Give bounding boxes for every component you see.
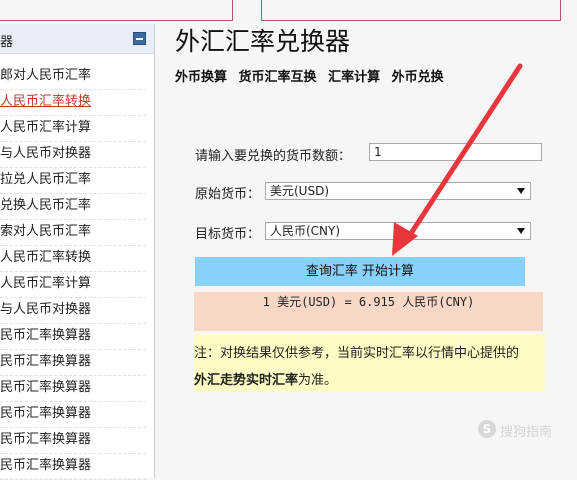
dropdown-arrow-icon	[517, 188, 525, 194]
sidebar-list: 郎对人民币汇率 人民币汇率转换 人民币汇率计算 与人民币对换器 拉兑人民币汇率 兑换人民币…	[0, 64, 154, 480]
from-currency-select[interactable]: 美元(USD)	[265, 182, 531, 200]
sidebar-item[interactable]: 民币汇率换算器	[0, 350, 146, 376]
sidebar-item[interactable]: 民币汇率换算器	[0, 454, 146, 480]
watermark-text: 搜狗指南	[500, 425, 553, 440]
top-banner-left	[0, 0, 233, 21]
tab-link[interactable]: 汇率计算	[328, 70, 380, 85]
note-box: 注：对换结果仅供参考，当前实时汇率以行情中心提供的 外汇走势实时汇率为准。	[194, 334, 545, 392]
dropdown-arrow-icon	[517, 228, 525, 234]
sidebar: 器 郎对人民币汇率 人民币汇率转换 人民币汇率计算 与人民币对换器 拉兑人民币汇率 兑换人…	[0, 24, 155, 480]
to-currency-label: 目标货币：	[195, 227, 261, 242]
sidebar-header: 器	[0, 24, 154, 54]
sidebar-item[interactable]: 兑换人民币汇率	[0, 194, 146, 220]
tab-link[interactable]: 外币换算	[175, 70, 227, 85]
to-currency-select[interactable]: 人民币(CNY)	[265, 222, 531, 240]
top-banner-right	[261, 0, 561, 21]
query-rate-button[interactable]: 查询汇率 开始计算	[195, 257, 525, 286]
sidebar-item[interactable]: 民币汇率换算器	[0, 376, 146, 402]
sidebar-item[interactable]: 人民币汇率计算	[0, 272, 146, 298]
sidebar-item[interactable]: 与人民币对换器	[0, 142, 146, 168]
tab-link[interactable]: 外币兑换	[392, 70, 444, 85]
from-currency-label: 原始货币：	[195, 187, 261, 202]
sidebar-item[interactable]: 人民币汇率计算	[0, 116, 146, 142]
to-currency-value: 人民币(CNY)	[270, 224, 341, 238]
watermark-logo-icon: S	[478, 420, 496, 438]
watermark: S 搜狗指南	[478, 419, 554, 441]
note-text-line2: 外汇走势实时汇率为准。	[194, 369, 337, 388]
sidebar-item[interactable]: 人民币汇率转换	[0, 246, 146, 272]
collapse-icon[interactable]	[133, 32, 146, 45]
tab-links: 外币换算 货币汇率互换 汇率计算 外币兑换	[175, 66, 451, 85]
sidebar-title: 器	[0, 35, 14, 50]
sidebar-item[interactable]: 郎对人民币汇率	[0, 64, 146, 90]
result-text: 1 美元(USD) = 6.915 人民币(CNY)	[262, 295, 475, 309]
page-title: 外汇汇率兑换器	[175, 27, 351, 56]
sidebar-item[interactable]: 与人民币对换器	[0, 298, 146, 324]
result-box: 1 美元(USD) = 6.915 人民币(CNY)	[194, 292, 543, 331]
sidebar-item[interactable]: 索对人民币汇率	[0, 220, 146, 246]
amount-label: 请输入要兑换的货币数额：	[195, 149, 352, 164]
note-bold-link[interactable]: 外汇走势实时汇率	[194, 373, 298, 388]
tab-link[interactable]: 货币汇率互换	[239, 70, 317, 85]
sidebar-item[interactable]: 拉兑人民币汇率	[0, 168, 146, 194]
sidebar-item[interactable]: 人民币汇率转换	[0, 90, 146, 116]
amount-input[interactable]: 1	[369, 143, 542, 161]
sidebar-item[interactable]: 民币汇率换算器	[0, 324, 146, 350]
note-tail: 为准。	[298, 373, 338, 388]
from-currency-value: 美元(USD)	[270, 184, 330, 198]
note-text: 注：对换结果仅供参考，当前实时汇率以行情中心提供的	[194, 346, 520, 361]
sidebar-item[interactable]: 民币汇率换算器	[0, 428, 146, 454]
sidebar-item[interactable]: 民币汇率换算器	[0, 402, 146, 428]
